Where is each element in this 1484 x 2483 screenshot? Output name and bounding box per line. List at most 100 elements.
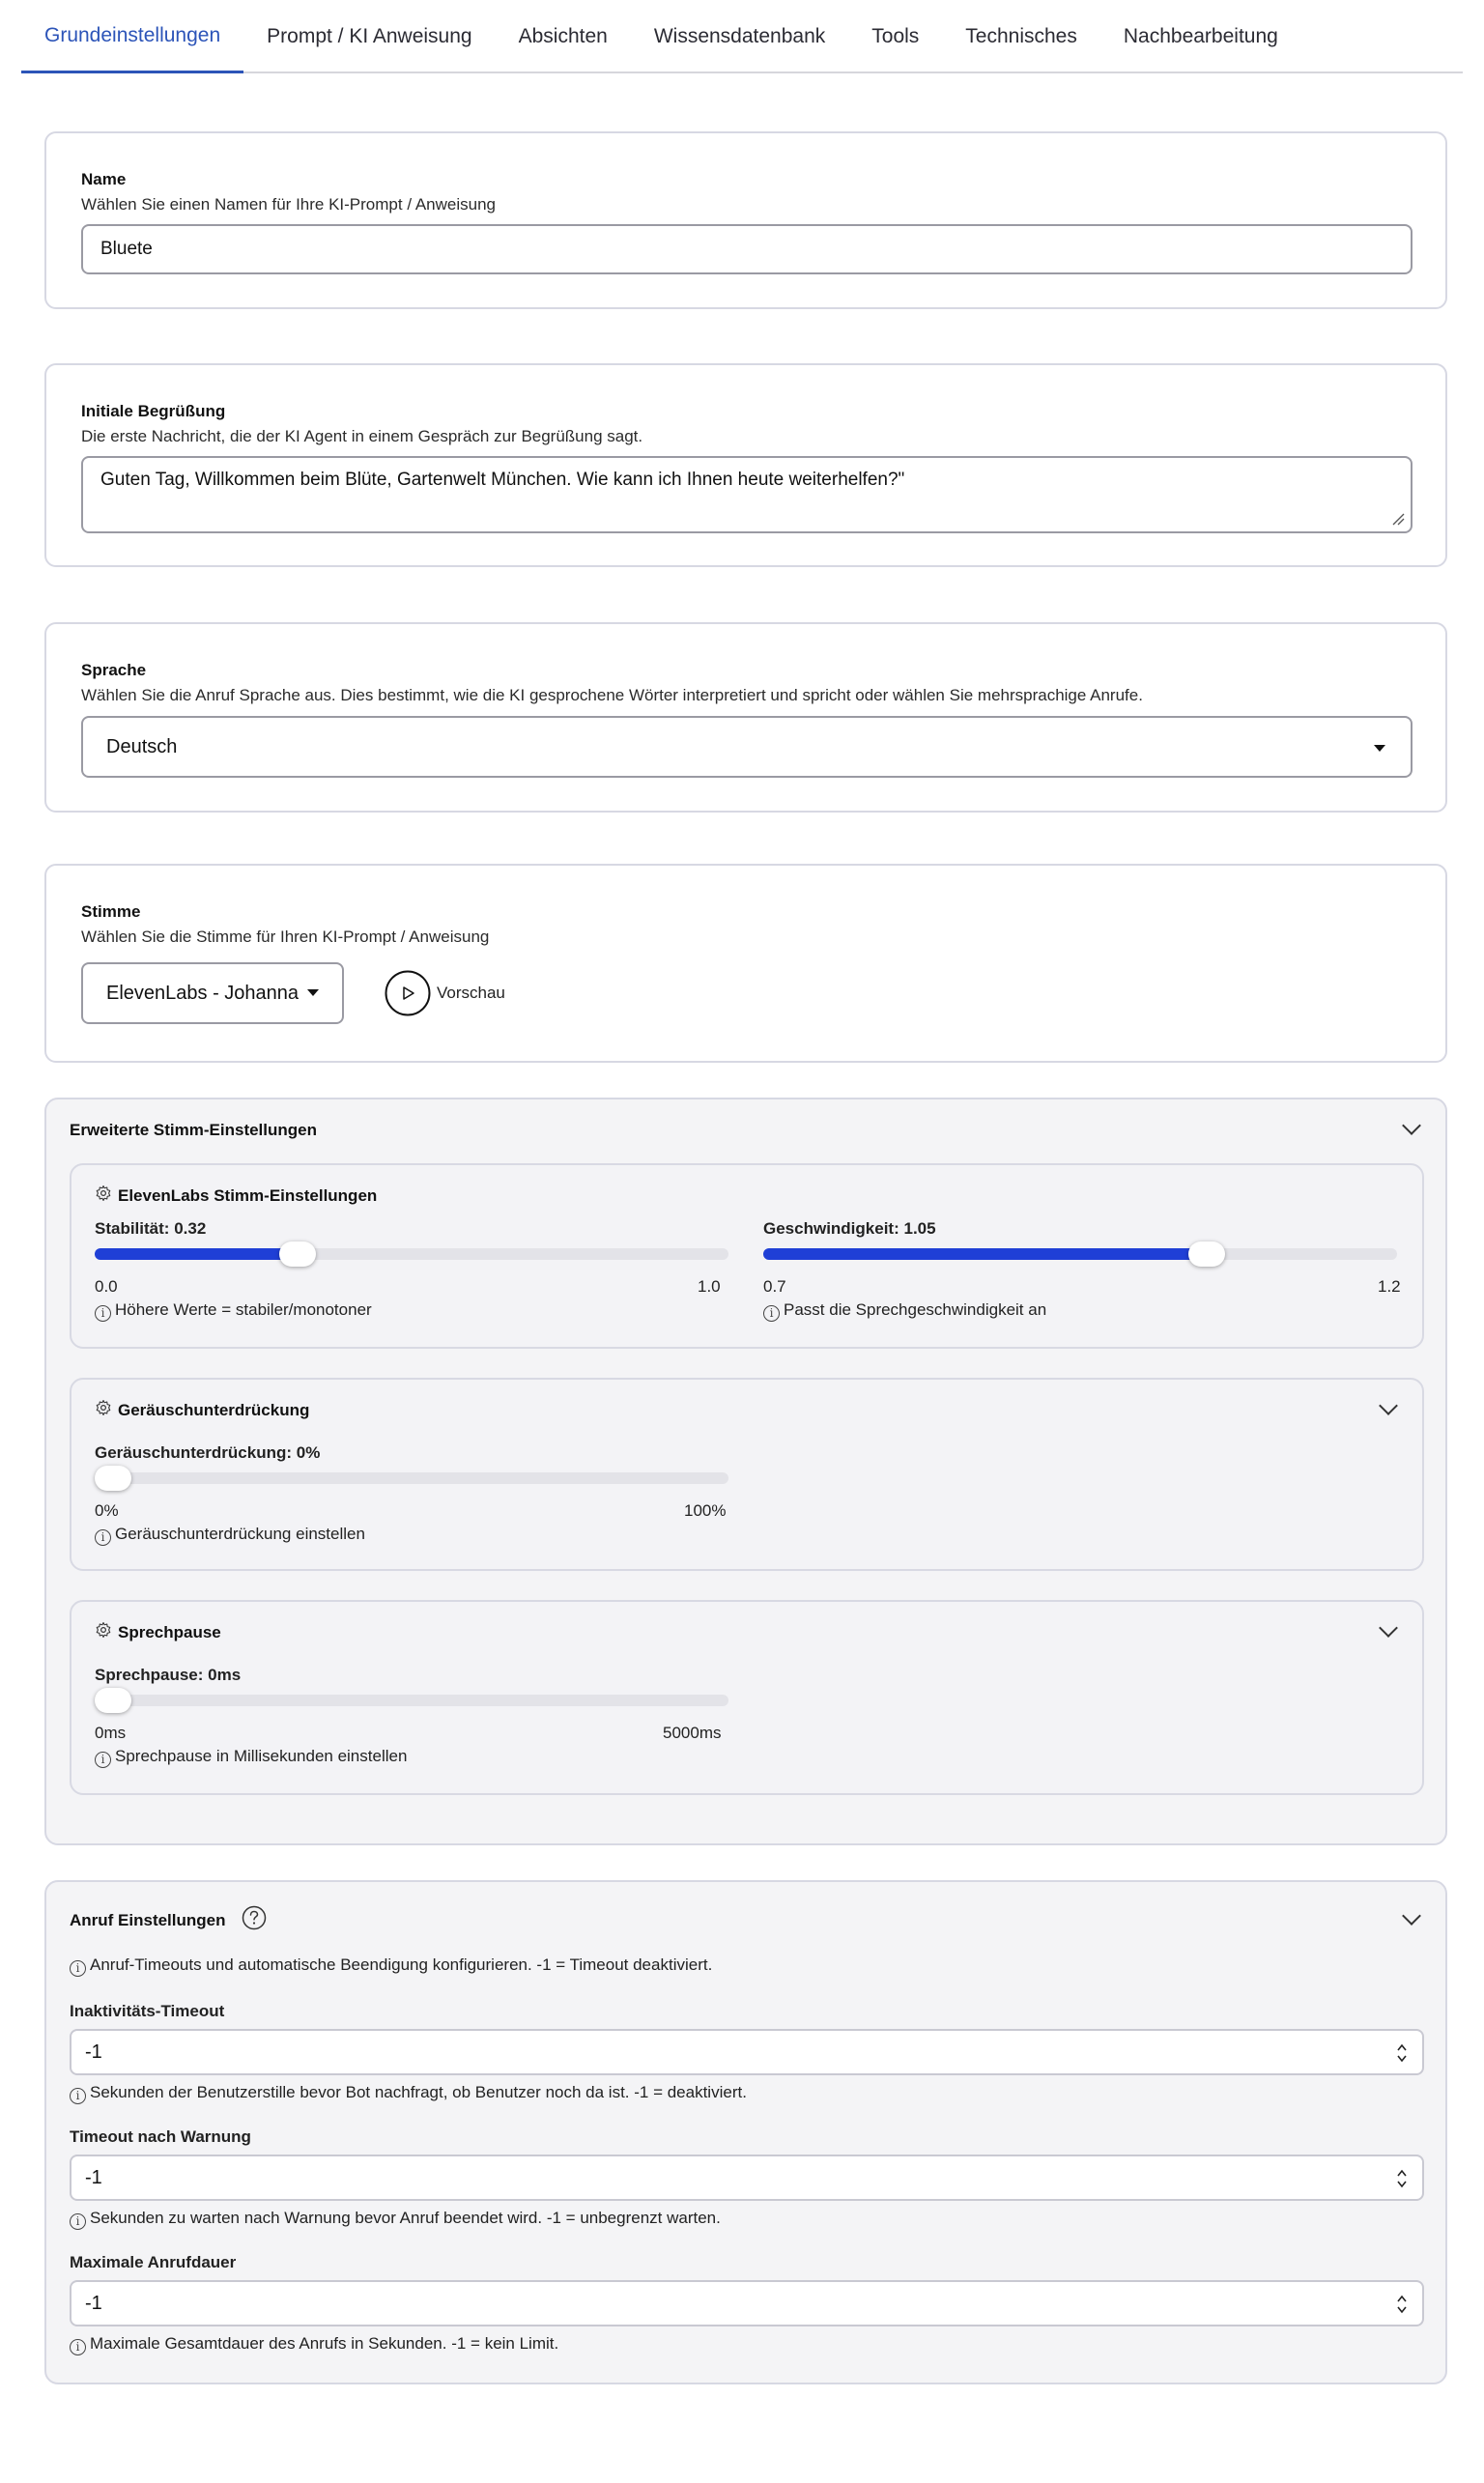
- chevron-down-icon[interactable]: [1379, 1396, 1398, 1415]
- language-selected-value: Deutsch: [106, 735, 178, 757]
- call-settings-info-text: Anruf-Timeouts und automatische Beendigu…: [90, 1955, 713, 1974]
- warning-timeout-hint-text: Sekunden zu warten nach Warnung bevor An…: [90, 2209, 721, 2227]
- tab-nachbearbeitung[interactable]: Nachbearbeitung: [1100, 0, 1301, 73]
- chevron-down-icon[interactable]: [1402, 1906, 1421, 1926]
- pause-label: Sprechpause: 0ms: [95, 1666, 241, 1685]
- dropdown-arrow-icon: [307, 989, 319, 996]
- name-card: Name Wählen Sie einen Namen für Ihre KI-…: [44, 131, 1447, 309]
- info-icon: i: [763, 1305, 780, 1322]
- noise-hint-text: Geräuschunterdrückung einstellen: [115, 1525, 365, 1543]
- pause-value: 0ms: [208, 1666, 242, 1684]
- chevron-down-icon[interactable]: [1402, 1116, 1421, 1135]
- call-settings-title-text: Anruf Einstellungen: [70, 1911, 226, 1929]
- advanced-voice-title: Erweiterte Stimm-Einstellungen: [70, 1121, 317, 1139]
- noise-label-text: Geräuschunterdrückung:: [95, 1443, 293, 1462]
- preview-button[interactable]: Vorschau: [385, 970, 505, 1016]
- spinner-icon[interactable]: [1395, 2292, 1409, 2317]
- info-icon: i: [70, 2339, 86, 2355]
- stability-slider-thumb[interactable]: [278, 1242, 316, 1267]
- max-duration-hint: i Maximale Gesamtdauer des Anrufs in Seku…: [70, 2334, 558, 2355]
- info-icon: i: [95, 1305, 111, 1322]
- greeting-title: Initiale Begrüßung: [81, 402, 226, 420]
- voice-card: Stimme Wählen Sie die Stimme für Ihren K…: [44, 864, 1447, 1063]
- inactivity-hint: i Sekunden der Benutzerstille bevor Bot n…: [70, 2083, 747, 2104]
- inactivity-hint-text: Sekunden der Benutzerstille bevor Bot na…: [90, 2083, 747, 2101]
- call-settings-info: i Anruf-Timeouts und automatische Beendig…: [70, 1955, 712, 1977]
- chevron-down-icon[interactable]: [1379, 1618, 1398, 1638]
- tab-wissensdatenbank[interactable]: Wissensdatenbank: [631, 0, 848, 73]
- speed-value: 1.05: [903, 1219, 936, 1238]
- info-icon: i: [95, 1529, 111, 1546]
- call-settings-title: Anruf Einstellungen: [70, 1905, 267, 1930]
- info-icon: i: [70, 2088, 86, 2104]
- speed-slider[interactable]: [763, 1242, 1397, 1267]
- tab-technisches[interactable]: Technisches: [942, 0, 1100, 73]
- speech-pause-card: Sprechpause Sprechpause: 0ms 0ms 5000ms …: [70, 1600, 1424, 1795]
- greeting-description: Die erste Nachricht, die der KI Agent in…: [81, 427, 643, 445]
- spinner-icon[interactable]: [1395, 2166, 1409, 2191]
- stability-max: 1.0: [698, 1277, 721, 1296]
- noise-slider-thumb[interactable]: [95, 1466, 131, 1491]
- noise-hint: i Geräuschunterdrückung einstellen: [95, 1525, 365, 1546]
- stability-value: 0.32: [174, 1219, 207, 1238]
- stability-slider[interactable]: [95, 1242, 728, 1267]
- stability-slider-fill: [95, 1248, 298, 1260]
- max-duration-input[interactable]: -1: [70, 2280, 1424, 2326]
- noise-slider[interactable]: [95, 1466, 728, 1491]
- max-duration-hint-text: Maximale Gesamtdauer des Anrufs in Sekun…: [90, 2334, 559, 2353]
- speed-hint: i Passt die Sprechgeschwindigkeit an: [763, 1300, 1046, 1322]
- speed-slider-thumb[interactable]: [1188, 1242, 1226, 1267]
- stability-hint-text: Höhere Werte = stabiler/monotoner: [115, 1300, 372, 1319]
- language-title: Sprache: [81, 661, 147, 679]
- pause-hint-text: Sprechpause in Millisekunden einstellen: [115, 1747, 408, 1765]
- speed-label: Geschwindigkeit: 1.05: [763, 1219, 936, 1239]
- noise-suppression-title: Geräuschunterdrückung: [118, 1401, 310, 1419]
- pause-hint: i Sprechpause in Millisekunden einstellen: [95, 1747, 407, 1768]
- tab-prompt[interactable]: Prompt / KI Anweisung: [243, 0, 495, 73]
- voice-description: Wählen Sie die Stimme für Ihren KI-Promp…: [81, 928, 490, 946]
- inactivity-timeout-input[interactable]: -1: [70, 2029, 1424, 2075]
- voice-selected-value: ElevenLabs - Johanna: [106, 982, 300, 1004]
- greeting-textarea[interactable]: Guten Tag, Willkommen beim Blüte, Garten…: [81, 456, 1413, 533]
- greeting-text: Guten Tag, Willkommen beim Blüte, Garten…: [100, 470, 905, 490]
- noise-suppression-card: Geräuschunterdrückung Geräuschunterdrück…: [70, 1378, 1424, 1571]
- pause-max: 5000ms: [663, 1724, 722, 1742]
- pause-slider[interactable]: [95, 1688, 728, 1713]
- language-card: Sprache Wählen Sie die Anruf Sprache aus…: [44, 622, 1447, 813]
- spinner-icon[interactable]: [1395, 2041, 1409, 2066]
- name-input[interactable]: Bluete: [81, 224, 1413, 274]
- max-duration-value: -1: [85, 2292, 102, 2314]
- help-icon[interactable]: [242, 1905, 267, 1930]
- voice-title: Stimme: [81, 902, 141, 921]
- preview-label: Vorschau: [437, 984, 505, 1002]
- pause-label-text: Sprechpause:: [95, 1666, 204, 1684]
- call-settings-panel: Anruf Einstellungen i Anruf-Timeouts und …: [44, 1880, 1447, 2384]
- gear-icon: [96, 1621, 111, 1639]
- dropdown-arrow-icon: [1374, 745, 1385, 752]
- play-icon: [385, 970, 431, 1016]
- advanced-voice-panel: Erweiterte Stimm-Einstellungen ElevenLab…: [44, 1098, 1447, 1845]
- resize-grip-icon[interactable]: [1391, 512, 1405, 526]
- tab-absichten[interactable]: Absichten: [496, 0, 631, 73]
- speed-slider-fill: [763, 1248, 1208, 1260]
- noise-min: 0%: [95, 1501, 119, 1520]
- voice-select[interactable]: ElevenLabs - Johanna: [81, 962, 344, 1024]
- stability-label-text: Stabilität:: [95, 1219, 170, 1238]
- tab-bar: Grundeinstellungen Prompt / KI Anweisung…: [21, 0, 1463, 73]
- elevenlabs-settings-title: ElevenLabs Stimm-Einstellungen: [118, 1186, 378, 1205]
- name-title: Name: [81, 170, 127, 188]
- pause-slider-thumb[interactable]: [95, 1688, 131, 1713]
- noise-label: Geräuschunterdrückung: 0%: [95, 1443, 320, 1463]
- greeting-card: Initiale Begrüßung Die erste Nachricht, …: [44, 363, 1447, 567]
- tab-grundeinstellungen[interactable]: Grundeinstellungen: [21, 0, 244, 73]
- name-description: Wählen Sie einen Namen für Ihre KI-Promp…: [81, 195, 496, 214]
- warning-timeout-value: -1: [85, 2166, 102, 2188]
- warning-timeout-input[interactable]: -1: [70, 2155, 1424, 2201]
- inactivity-timeout-value: -1: [85, 2041, 102, 2063]
- language-select[interactable]: Deutsch: [81, 716, 1413, 778]
- speed-hint-text: Passt die Sprechgeschwindigkeit an: [784, 1300, 1047, 1319]
- info-icon: i: [70, 1960, 86, 1977]
- tab-tools[interactable]: Tools: [848, 0, 942, 73]
- gear-icon: [96, 1399, 111, 1416]
- max-duration-label: Maximale Anrufdauer: [70, 2253, 237, 2271]
